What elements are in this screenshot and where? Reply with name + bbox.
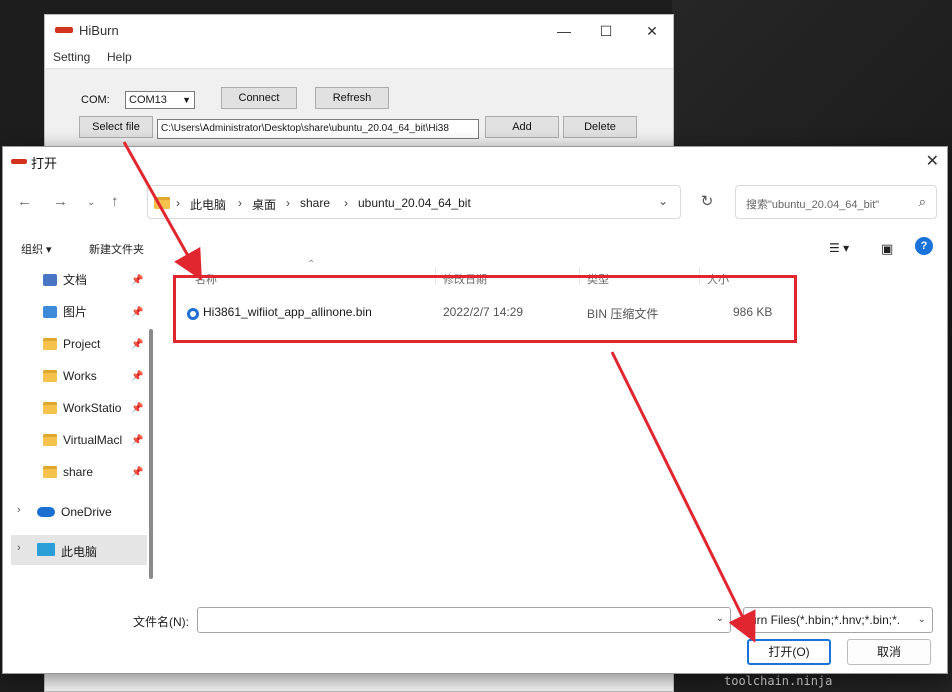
folder-icon [43,370,57,382]
filename-input[interactable]: ⌄ [197,607,731,633]
breadcrumb-this-pc[interactable]: 此电脑 [190,196,226,213]
refresh-button[interactable]: Refresh [315,87,389,109]
chevron-right-icon: › [176,196,180,210]
breadcrumb-desktop[interactable]: 桌面 [252,196,276,213]
hiburn-titlebar: HiBurn — ☐ ✕ [45,15,673,47]
navigation-pane: 文档 📌 图片 📌 Project 📌 Works 📌 WorkStatio 📌… [7,265,149,673]
chevron-right-icon: › [17,542,21,554]
cancel-button[interactable]: 取消 [847,639,931,665]
pin-icon: 📌 [131,275,144,286]
pin-icon: 📌 [131,467,144,478]
search-icon: ⌕ [918,194,926,209]
view-options-icon[interactable]: ☰ ▾ [829,241,849,255]
folder-icon [43,402,57,414]
cloud-icon [37,507,55,517]
hiburn-title: HiBurn [79,23,119,38]
hiburn-logo-icon [55,27,73,33]
menu-setting[interactable]: Setting [53,50,90,64]
com-select-value: COM13 [129,94,167,106]
select-file-button[interactable]: Select file [79,116,153,138]
minimize-icon[interactable]: — [553,21,575,41]
chevron-right-icon: › [17,504,21,516]
filename-label: 文件名(N): [133,615,189,629]
filetype-value: urn Files(*.hbin;*.hnv;*.bin;*. [750,613,901,627]
add-button[interactable]: Add [485,116,559,138]
folder-icon [43,338,57,350]
sidebar-item-pictures[interactable]: 图片 [63,297,169,327]
chevron-right-icon: › [344,196,348,210]
computer-icon [37,543,55,556]
chevron-right-icon: › [286,196,290,210]
sidebar-item-label: 此电脑 [61,545,98,559]
hiburn-menubar: Setting Help [45,47,673,69]
pictures-icon [43,306,57,318]
com-label: COM: [81,94,110,106]
sidebar-item-label: OneDrive [61,505,112,519]
dialog-title: 打开 [31,156,58,171]
close-icon[interactable]: ✕ [641,21,663,41]
file-path-field[interactable]: C:\Users\Administrator\Desktop\share\ubu… [157,119,479,139]
sidebar-item-workstation[interactable]: WorkStatio [63,393,129,423]
refresh-icon[interactable]: ↻ [691,185,723,219]
documents-icon [43,274,57,286]
chevron-down-icon: ▼ [182,95,191,105]
highlight-box [173,275,797,343]
search-box[interactable]: 搜索"ubuntu_20.04_64_bit" ⌕ [735,185,937,219]
sidebar-item-documents[interactable]: 文档 [63,265,169,295]
new-folder-button[interactable]: 新建文件夹 [89,241,144,257]
sidebar-item-share[interactable]: share [63,457,169,487]
pin-icon: 📌 [131,403,144,414]
sidebar-item-virtualmachine[interactable]: VirtualMacl [63,425,129,455]
breadcrumb-ubuntu[interactable]: ubuntu_20.04_64_bit [358,196,471,210]
open-button[interactable]: 打开(O) [747,639,831,665]
sidebar-item-this-pc[interactable]: › 此电脑 [11,535,147,565]
filetype-select[interactable]: urn Files(*.hbin;*.hnv;*.bin;*. ⌄ [743,607,933,633]
sidebar-item-project[interactable]: Project [63,329,169,359]
chevron-right-icon: › [238,196,242,210]
pin-icon: 📌 [131,339,144,350]
folder-icon [43,466,57,478]
folder-icon [154,197,170,209]
pin-icon: 📌 [131,371,144,382]
connect-button[interactable]: Connect [221,87,297,109]
forward-arrow-icon[interactable]: → [53,193,68,210]
sort-up-icon: ⌃ [307,259,316,270]
chevron-down-icon: ⌄ [715,613,724,624]
open-file-dialog: 打开 ✕ ← → ⌄ ↑ › 此电脑 › 桌面 › share › ubuntu… [2,146,948,674]
recent-dropdown-icon[interactable]: ⌄ [87,197,95,208]
search-placeholder: 搜索"ubuntu_20.04_64_bit" [746,199,880,211]
sidebar-scrollbar[interactable] [149,329,153,579]
back-arrow-icon[interactable]: ← [17,193,32,210]
watermark-text: toolchain.ninja [724,674,833,688]
chevron-down-icon: ⌄ [917,614,926,625]
up-arrow-icon[interactable]: ↑ [111,193,119,210]
pin-icon: 📌 [131,307,144,318]
menu-help[interactable]: Help [107,50,132,64]
address-bar[interactable]: › 此电脑 › 桌面 › share › ubuntu_20.04_64_bit… [147,185,681,219]
maximize-icon[interactable]: ☐ [595,21,617,41]
sidebar-item-works[interactable]: Works [63,361,169,391]
help-icon[interactable]: ? [915,237,933,255]
com-select[interactable]: COM13 ▼ [125,91,195,109]
dialog-logo-icon [11,159,27,164]
pin-icon: 📌 [131,435,144,446]
organize-menu[interactable]: 组织 ▾ [21,241,52,257]
sidebar-item-onedrive[interactable]: › OneDrive [11,497,147,527]
preview-pane-icon[interactable]: ▣ [881,241,893,257]
address-dropdown-icon[interactable]: ⌄ [658,194,668,208]
breadcrumb-share[interactable]: share [300,196,330,210]
folder-icon [43,434,57,446]
delete-button[interactable]: Delete [563,116,637,138]
dialog-close-icon[interactable]: ✕ [926,151,939,171]
